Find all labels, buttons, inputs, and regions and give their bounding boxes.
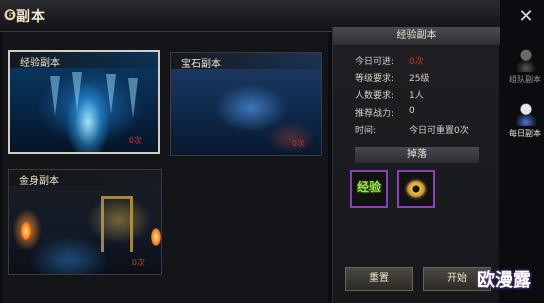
info-label: 推荐战力:: [355, 109, 395, 119]
info-value: 0: [409, 106, 415, 116]
dungeon-card-label: 经验副本: [20, 58, 60, 69]
team-dungeon-icon: [515, 48, 537, 72]
tab-label: 每日副本: [509, 129, 541, 138]
info-row-level: 等级要求: 25级: [355, 71, 495, 85]
info-value: 0次: [409, 57, 424, 67]
info-label: 等级要求:: [355, 74, 395, 84]
info-row-entries: 今日可进: 0次: [355, 54, 495, 68]
tab-daily-dungeon[interactable]: 每日副本: [506, 102, 544, 146]
drop-item-exp[interactable]: 经验: [350, 170, 388, 208]
info-label: 人数要求:: [355, 91, 395, 101]
dungeon-card-count: 0次: [128, 136, 142, 145]
dungeon-detail-panel: 经验副本 今日可进: 0次 等级要求: 25级 人数要求: 1人 推荐战力: 0…: [332, 27, 500, 303]
gold-coin-icon: [407, 181, 425, 197]
info-row-players: 人数要求: 1人: [355, 88, 495, 102]
tab-team-dungeon[interactable]: 组队副本: [506, 48, 544, 92]
dungeon-card-count: 0次: [131, 258, 145, 267]
tab-label: 组队副本: [509, 75, 541, 84]
drop-item-coin[interactable]: [397, 170, 435, 208]
drop-header: 掉落: [355, 147, 479, 163]
info-row-power: 推荐战力: 0: [355, 106, 495, 120]
info-label: 今日可进:: [355, 57, 395, 67]
dungeon-card-golden-body[interactable]: 金身副本 0次: [8, 169, 162, 275]
exp-scroll-icon: 经验: [356, 180, 381, 194]
dungeon-grid: 经验副本 0次 宝石副本 0次 金身副本 0次: [2, 32, 328, 303]
info-label: 时间:: [355, 126, 377, 136]
detail-header: 经验副本: [333, 27, 500, 45]
info-value: 1人: [409, 91, 424, 101]
window-title: 副本: [16, 9, 46, 25]
dungeon-card-gem[interactable]: 宝石副本 0次: [170, 52, 322, 156]
close-icon: ✕: [518, 6, 534, 27]
dungeon-card-label: 宝石副本: [181, 59, 221, 70]
daily-dungeon-icon: [515, 102, 537, 126]
dungeon-card-exp[interactable]: 经验副本 0次: [8, 50, 160, 154]
dungeon-card-label: 金身副本: [19, 176, 59, 187]
info-value: 今日可重置0次: [409, 126, 469, 136]
reset-button[interactable]: 重置: [345, 267, 413, 291]
close-button[interactable]: ✕: [515, 6, 537, 28]
watermark: 欧漫露: [477, 270, 531, 291]
dungeon-card-count: 0次: [291, 139, 305, 148]
info-value: 25级: [409, 74, 430, 84]
info-row-time: 时间: 今日可重置0次: [355, 123, 495, 137]
